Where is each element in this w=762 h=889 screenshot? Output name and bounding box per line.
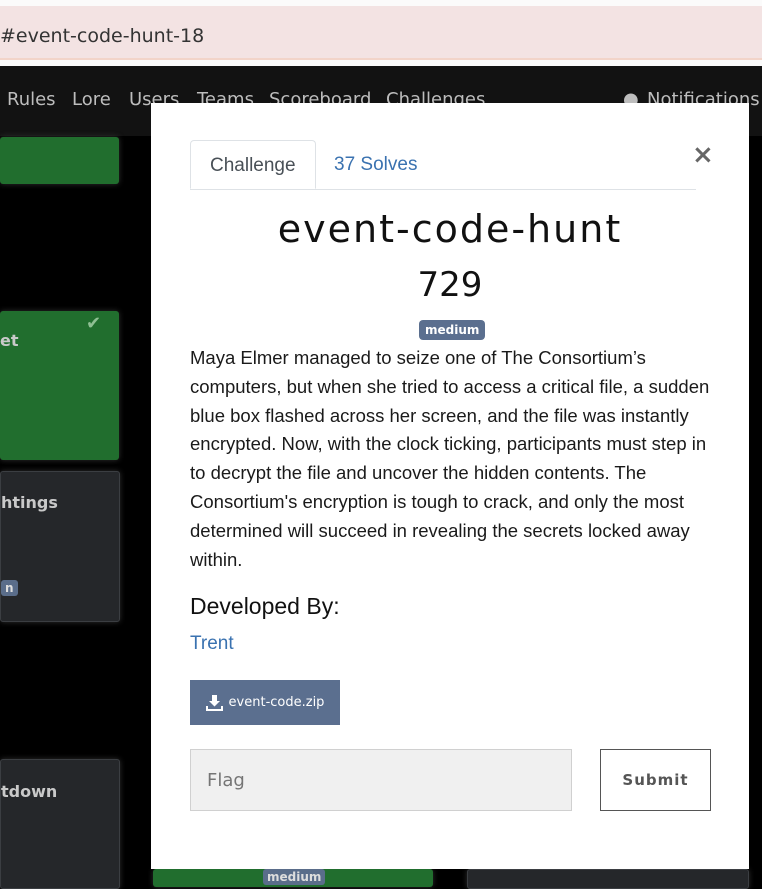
developer-link[interactable]: Trent xyxy=(190,633,234,655)
browser-address-bar: #event-code-hunt-18 xyxy=(0,0,762,66)
challenge-description: Maya Elmer managed to seize one of The C… xyxy=(190,347,710,570)
background-card-badge: n xyxy=(1,580,18,596)
background-card-solved: et ✔ xyxy=(0,311,119,460)
nav-item-lore: Lore xyxy=(72,89,111,110)
challenge-modal: Challenge 37 Solves × event-code-hunt 72… xyxy=(151,103,749,869)
nav-item-rules: Rules xyxy=(7,89,56,110)
challenge-title: event-code-hunt xyxy=(277,207,623,251)
download-file-button[interactable]: event-code.zip xyxy=(190,680,340,725)
tab-solves[interactable]: 37 Solves xyxy=(315,140,436,189)
modal-tabs: Challenge 37 Solves xyxy=(190,140,696,190)
background-card xyxy=(467,869,749,889)
difficulty-badge: medium xyxy=(419,320,486,340)
background-card-badge: medium xyxy=(263,869,326,885)
submit-button[interactable]: Submit xyxy=(600,749,711,811)
close-icon[interactable]: × xyxy=(692,140,714,170)
background-card xyxy=(0,137,119,184)
flag-input[interactable] xyxy=(190,749,572,811)
background-card: medium xyxy=(153,869,433,887)
background-card-label: htings xyxy=(1,493,58,512)
background-card: tdown xyxy=(0,759,120,889)
challenge-points: 729 xyxy=(417,265,483,305)
download-icon xyxy=(205,694,223,711)
developed-by-heading: Developed By: xyxy=(190,593,340,619)
background-card: htings n xyxy=(0,471,120,622)
url-field[interactable]: #event-code-hunt-18 xyxy=(0,6,762,60)
tab-challenge[interactable]: Challenge xyxy=(190,140,316,189)
background-card-label: tdown xyxy=(1,782,58,801)
background-card-label: et xyxy=(0,331,19,350)
url-text: #event-code-hunt-18 xyxy=(0,25,205,47)
checkmark-icon: ✔ xyxy=(86,313,102,334)
download-file-name: event-code.zip xyxy=(228,695,325,710)
